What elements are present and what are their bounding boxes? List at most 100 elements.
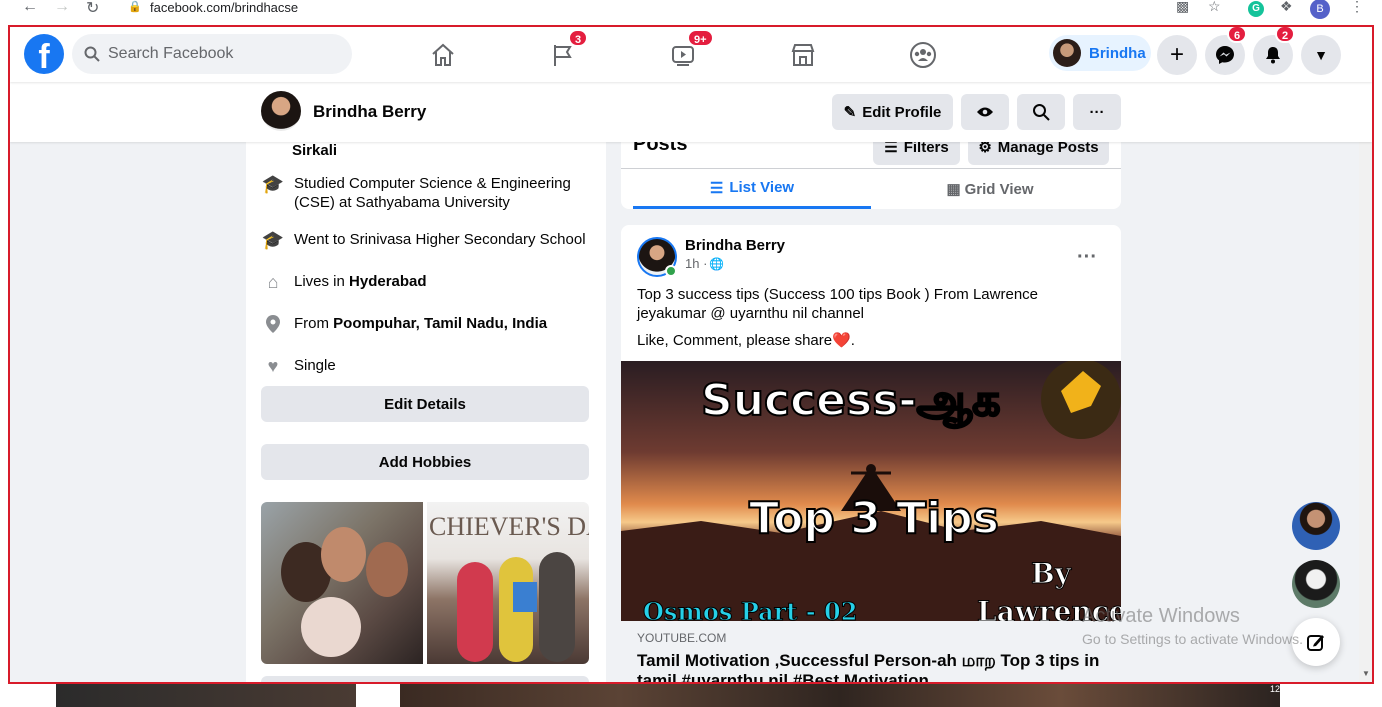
nav-groups[interactable] <box>867 35 979 75</box>
intro-relationship-text: Single <box>294 357 336 374</box>
nav-pages[interactable]: 3 <box>507 29 619 75</box>
tab-list-view-label: List View <box>729 179 795 196</box>
messenger-icon <box>1216 46 1234 64</box>
more-options-button[interactable]: ··· <box>1073 94 1121 130</box>
photo-caption: CHIEVER'S DA <box>429 512 589 541</box>
intro-sirkali: Sirkali <box>292 141 337 160</box>
edit-profile-button[interactable]: ✎ Edit Profile <box>832 94 953 130</box>
profile-search-button[interactable] <box>1017 94 1065 130</box>
edit-profile-label: Edit Profile <box>862 103 942 121</box>
intro-from-prefix: From <box>294 315 329 332</box>
image-by: By <box>1031 557 1072 591</box>
post-text: Top 3 success tips (Success 100 tips Boo… <box>637 286 1039 322</box>
taskbar-app[interactable] <box>400 684 1280 707</box>
heart-emoji-icon: ❤️ <box>832 332 851 349</box>
qr-icon[interactable]: ▩ <box>1176 0 1189 15</box>
ellipsis-icon: ··· <box>1089 103 1105 121</box>
caret-down-icon: ▼ <box>1314 47 1328 63</box>
link-preview[interactable]: YOUTUBE.COM Tamil Motivation ,Successful… <box>621 621 1121 684</box>
nav-marketplace[interactable] <box>747 35 859 75</box>
bell-icon <box>1266 47 1280 64</box>
groups-icon <box>910 42 936 68</box>
marketplace-icon <box>791 44 815 66</box>
pages-badge: 3 <box>568 29 589 47</box>
link-title: Tamil Motivation ,Successful Person-ah ம… <box>637 651 1100 684</box>
post-options-button[interactable]: ··· <box>1069 239 1105 275</box>
tab-grid-view[interactable]: ▦ Grid View <box>871 169 1109 209</box>
post-image[interactable]: Success-ஆக Top 3 Tips By Lawrence Osmos … <box>621 361 1121 621</box>
taskbar-clock: 12:30 <box>1270 684 1293 694</box>
eye-icon <box>977 107 993 117</box>
grid-icon: ▦ <box>946 181 961 198</box>
online-dot <box>665 265 677 277</box>
post-text-line: Like, Comment, please share❤️. <box>637 332 855 349</box>
add-hobbies-button[interactable]: Add Hobbies <box>261 444 589 480</box>
messenger-button[interactable]: 6 <box>1205 27 1248 75</box>
image-title-2: Top 3 Tips <box>748 492 1000 545</box>
profile-name[interactable]: Brindha Berry <box>313 102 426 122</box>
star-icon[interactable]: ☆ <box>1208 0 1221 15</box>
house-icon: ⌂ <box>267 271 279 292</box>
profile-header-bar: Brindha Berry ✎ Edit Profile ··· <box>10 82 1372 142</box>
intro-education: 🎓 Studied Computer Science & Engineering… <box>262 174 582 212</box>
account-menu-button[interactable]: ▼ <box>1301 35 1341 75</box>
profile-shortcut[interactable]: Brindha <box>1049 35 1151 71</box>
chrome-profile-avatar[interactable]: B <box>1310 0 1330 19</box>
search-input[interactable] <box>108 45 308 63</box>
address-bar[interactable]: facebook.com/brindhacse <box>150 0 298 15</box>
back-arrow-icon[interactable]: ← <box>22 0 38 16</box>
facebook-topbar: f 3 9+ Brindha + 6 <box>10 27 1372 82</box>
facebook-logo-icon[interactable]: f <box>24 34 64 74</box>
browser-toolbar: ← → ↻ 🔒 facebook.com/brindhacse ▩ ☆ G ❖ … <box>0 0 1382 19</box>
globe-icon: 🌐 <box>709 256 725 271</box>
intro-sirkali-text: Sirkali <box>292 142 338 159</box>
graduation-cap-icon: 🎓 <box>261 173 285 194</box>
grammarly-extension-icon[interactable]: G <box>1248 1 1264 17</box>
intro-school-text[interactable]: Went to Srinivasa Higher Secondary Schoo… <box>294 230 586 249</box>
edit-details-button[interactable]: Edit Details <box>261 386 589 422</box>
intro-lives-prefix: Lives in <box>294 273 345 290</box>
image-part: Osmos Part - 02 <box>642 597 858 622</box>
post-time[interactable]: 1h · <box>685 256 707 271</box>
search-icon <box>1033 104 1050 121</box>
intro-education-text[interactable]: Studied Computer Science & Engineering (… <box>294 174 580 212</box>
post-author[interactable]: Brindha Berry <box>685 237 785 254</box>
notifications-badge: 2 <box>1275 27 1296 43</box>
nav-home[interactable] <box>387 35 499 75</box>
chat-head-contact[interactable] <box>1292 560 1340 608</box>
facebook-page: f 3 9+ Brindha + 6 <box>8 25 1374 684</box>
pencil-icon: ✎ <box>843 104 857 121</box>
tab-list-view[interactable]: ☰ List View <box>633 169 871 209</box>
profile-avatar[interactable] <box>261 91 301 131</box>
activate-windows-subtitle: Go to Settings to activate Windows. <box>1082 631 1303 647</box>
intro-from-place[interactable]: Poompuhar, Tamil Nadu, India <box>333 314 547 333</box>
lock-icon: 🔒 <box>128 1 142 13</box>
notifications-button[interactable]: 2 <box>1253 27 1296 75</box>
intro-lives-in: ⌂ Lives in Hyderabad <box>262 272 427 292</box>
intro-lives-city[interactable]: Hyderabad <box>349 272 427 291</box>
photo-thumbnail[interactable] <box>261 502 423 664</box>
graduation-cap-icon: 🎓 <box>261 229 285 250</box>
create-button[interactable]: + <box>1157 35 1197 75</box>
compose-icon <box>1307 635 1324 651</box>
forward-arrow-icon[interactable]: → <box>54 0 70 16</box>
nav-watch[interactable]: 9+ <box>627 29 739 75</box>
taskbar-app[interactable] <box>56 684 356 707</box>
reload-icon[interactable]: ↻ <box>86 0 99 18</box>
photo-thumbnail[interactable]: CHIEVER'S DA <box>427 502 589 664</box>
home-icon <box>432 43 454 66</box>
posts-view-tabs: ☰ List View ▦ Grid View <box>621 169 1121 209</box>
view-as-button[interactable] <box>961 94 1009 130</box>
activate-windows-title: Activate Windows <box>1082 605 1240 627</box>
scroll-down-arrow-icon[interactable]: ▼ <box>1362 669 1370 678</box>
chrome-menu-icon[interactable]: ⋮ <box>1350 0 1364 15</box>
search-box[interactable] <box>72 34 352 74</box>
chat-head-contact[interactable] <box>1292 502 1340 550</box>
plus-icon: + <box>1169 41 1184 68</box>
avatar <box>1053 39 1081 67</box>
tab-grid-view-label: Grid View <box>964 180 1034 198</box>
extensions-puzzle-icon[interactable]: ❖ <box>1280 0 1293 15</box>
image-title-1: Success-ஆக <box>700 374 1001 427</box>
search-icon <box>84 46 100 62</box>
list-icon: ☰ <box>709 179 724 197</box>
